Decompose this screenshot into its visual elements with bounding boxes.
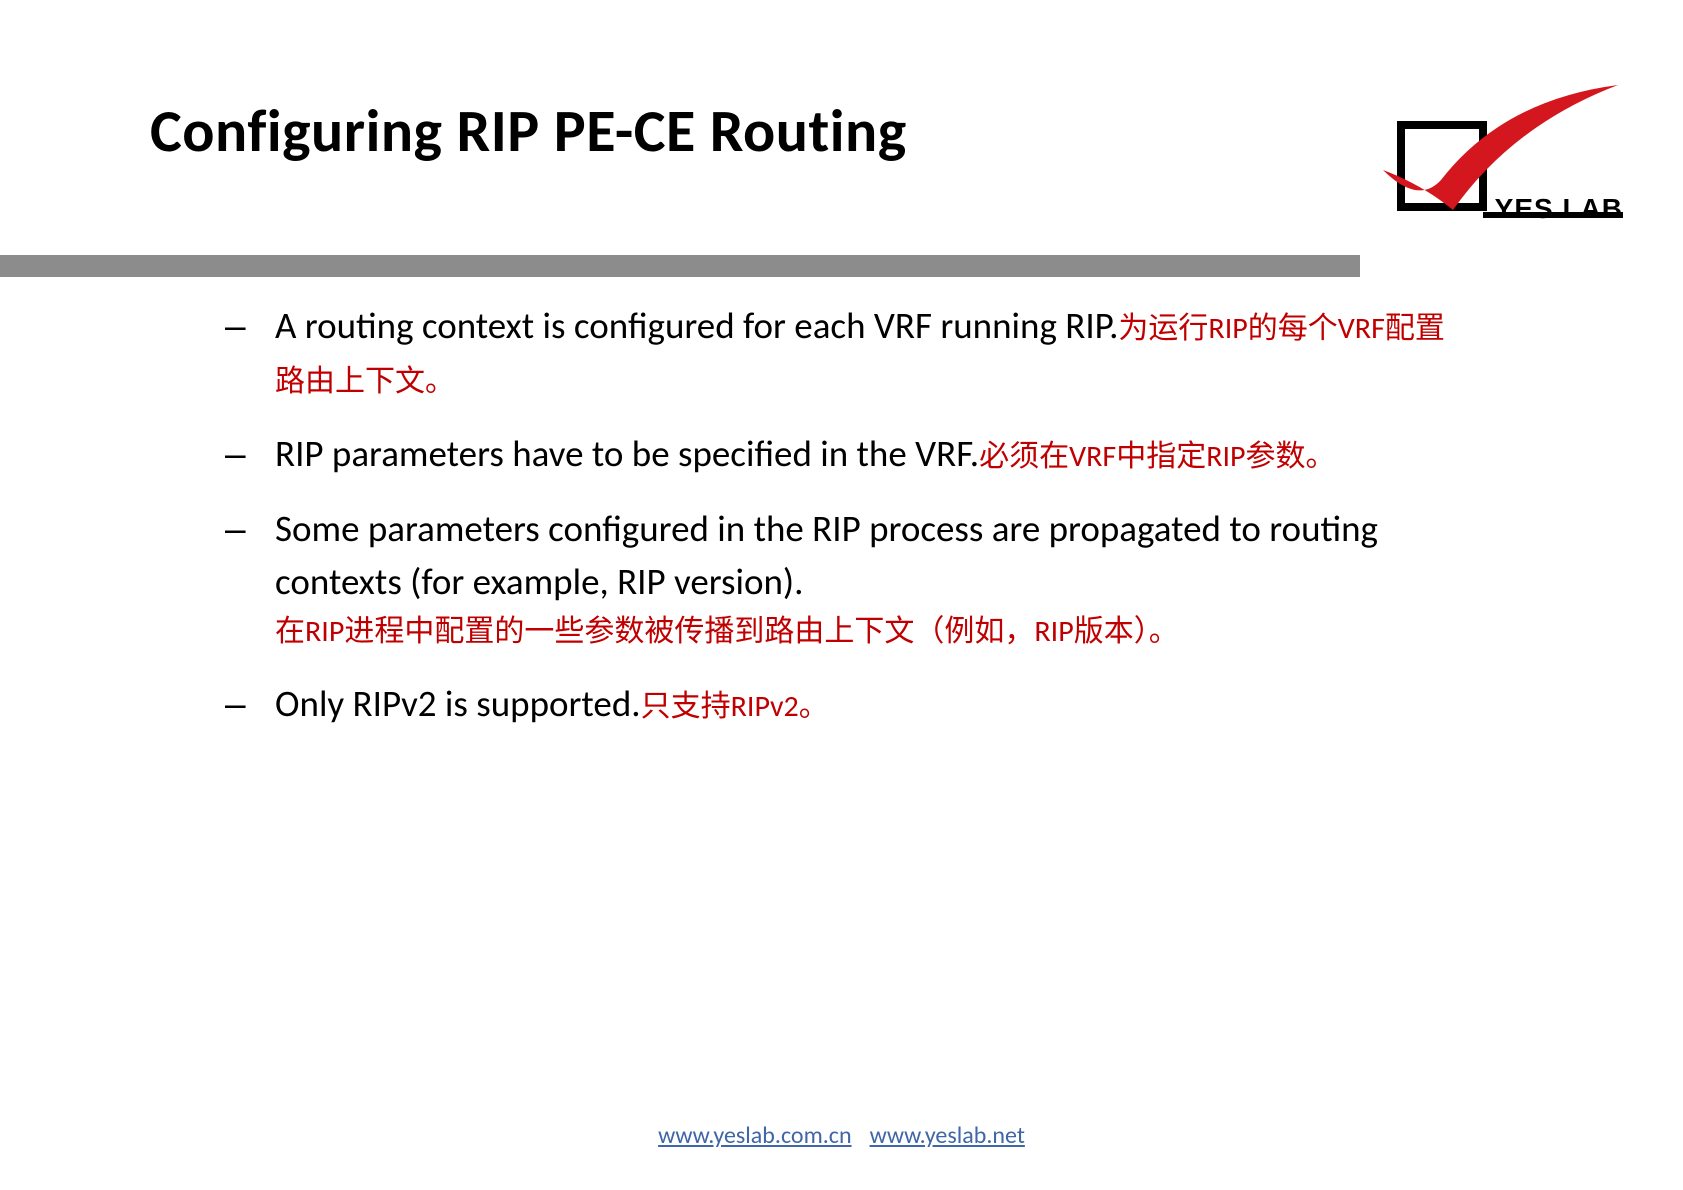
slide-title: Configuring RIP PE-CE Routing [150,95,907,168]
footer-link-2[interactable]: www.yeslab.net [870,1121,1025,1150]
list-item: – Some parameters configured in the RIP … [225,503,1455,656]
bullet-text-en: A routing context is configured for each… [275,303,1118,348]
bullet-text-en: Only RIPv2 is supported. [275,681,641,726]
bullet-text-en: Some parameters configured in the RIP pr… [275,506,1378,604]
bullet-text-zh: 在RIP进程中配置的一些参数被传播到路由上下文（例如，RIP版本）。 [275,608,1455,656]
footer-link-1[interactable]: www.yeslab.com.cn [658,1121,851,1150]
bullet-text-en: RIP parameters have to be specified in t… [275,431,979,476]
logo-text: YES LAB [1495,193,1623,225]
bullet-dash-icon: – [225,503,246,556]
bullet-list: – A routing context is configured for ea… [225,300,1455,753]
list-item: – RIP parameters have to be specified in… [225,428,1455,481]
slide: Configuring RIP PE-CE Routing YES LAB – … [0,0,1683,1190]
bullet-dash-icon: – [225,428,246,481]
bullet-text-zh: 只支持RIPv2。 [641,688,829,725]
bullet-dash-icon: – [225,678,246,731]
logo: YES LAB [1323,70,1623,230]
footer: www.yeslab.com.cn www.yeslab.net [0,1121,1683,1150]
bullet-dash-icon: – [225,300,246,353]
list-item: – A routing context is configured for ea… [225,300,1455,406]
title-underline [0,255,1360,277]
bullet-text-zh: 必须在VRF中指定RIP参数。 [979,438,1335,475]
list-item: – Only RIPv2 is supported.只支持RIPv2。 [225,678,1455,731]
